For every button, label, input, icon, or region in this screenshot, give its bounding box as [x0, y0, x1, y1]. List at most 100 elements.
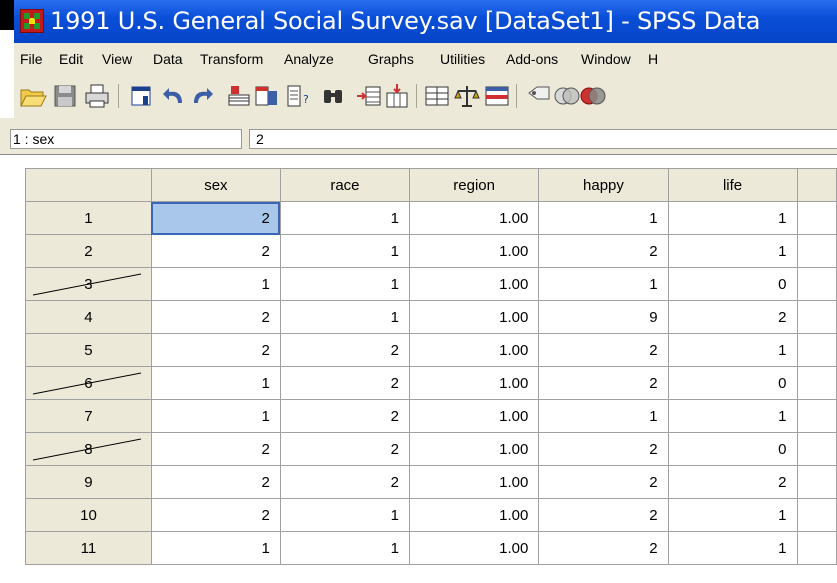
insert-cases-icon[interactable] — [354, 81, 384, 111]
menu-help[interactable]: H — [648, 51, 658, 67]
data-cell-sex[interactable]: 1 — [150, 399, 281, 433]
data-cell-race[interactable]: 2 — [279, 465, 410, 499]
data-cell-life[interactable]: 1 — [667, 399, 798, 433]
data-cell-life[interactable]: 1 — [667, 531, 798, 565]
data-cell-race[interactable]: 2 — [279, 399, 410, 433]
data-cell-sex[interactable]: 2 — [150, 465, 281, 499]
goto-case-icon[interactable] — [224, 81, 254, 111]
row-header[interactable]: 2 — [25, 234, 152, 268]
menu-view[interactable]: View — [102, 51, 132, 67]
data-cell-empty[interactable] — [796, 267, 837, 301]
cell-value-input[interactable]: 2 — [249, 129, 837, 149]
data-cell-empty[interactable] — [796, 465, 837, 499]
data-cell-region[interactable]: 1.00 — [408, 465, 540, 499]
data-cell-sex[interactable]: 2 — [150, 234, 281, 268]
menu-add-ons[interactable]: Add-ons — [506, 51, 558, 67]
data-cell-empty[interactable] — [796, 366, 837, 400]
data-cell-life[interactable]: 0 — [667, 432, 798, 466]
data-cell-life[interactable]: 0 — [667, 267, 798, 301]
data-cell-region[interactable]: 1.00 — [408, 531, 540, 565]
menu-file[interactable]: File — [20, 51, 43, 67]
spss-app-icon[interactable] — [20, 9, 44, 33]
data-cell-empty[interactable] — [796, 399, 837, 433]
data-cell-happy[interactable]: 2 — [538, 234, 669, 268]
variable-info-icon[interactable]: ? — [282, 81, 312, 111]
data-cell-sex[interactable]: 2 — [150, 201, 281, 235]
row-header[interactable]: 7 — [25, 399, 152, 433]
data-cell-race[interactable]: 1 — [279, 267, 410, 301]
data-cell-empty[interactable] — [796, 300, 837, 334]
data-cell-sex[interactable]: 2 — [150, 333, 281, 367]
data-cell-empty[interactable] — [796, 234, 837, 268]
data-cell-life[interactable]: 2 — [667, 465, 798, 499]
data-cell-race[interactable]: 1 — [279, 531, 410, 565]
data-cell-race[interactable]: 1 — [279, 234, 410, 268]
menu-data[interactable]: Data — [153, 51, 183, 67]
row-header[interactable]: 4 — [25, 300, 152, 334]
data-cell-life[interactable]: 0 — [667, 366, 798, 400]
data-cell-sex[interactable]: 1 — [150, 531, 281, 565]
split-file-icon[interactable] — [422, 81, 452, 111]
data-cell-happy[interactable]: 2 — [538, 465, 669, 499]
menu-utilities[interactable]: Utilities — [440, 51, 485, 67]
data-cell-empty[interactable] — [796, 432, 837, 466]
menu-transform[interactable]: Transform — [200, 51, 263, 67]
data-cell-life[interactable]: 1 — [667, 333, 798, 367]
grid-corner[interactable] — [25, 168, 152, 202]
row-header[interactable]: 8 — [25, 432, 152, 466]
find-icon[interactable] — [318, 81, 348, 111]
data-cell-region[interactable]: 1.00 — [408, 234, 540, 268]
data-cell-happy[interactable]: 2 — [538, 498, 669, 532]
data-cell-region[interactable]: 1.00 — [408, 366, 540, 400]
data-cell-race[interactable]: 1 — [279, 300, 410, 334]
insert-variable-icon[interactable] — [382, 81, 412, 111]
row-header[interactable]: 11 — [25, 531, 152, 565]
data-cell-race[interactable]: 2 — [279, 366, 410, 400]
open-folder-icon[interactable] — [18, 81, 48, 111]
data-cell-happy[interactable]: 1 — [538, 201, 669, 235]
data-cell-race[interactable]: 1 — [279, 498, 410, 532]
data-cell-region[interactable]: 1.00 — [408, 498, 540, 532]
row-header[interactable]: 1 — [25, 201, 152, 235]
column-header-region[interactable]: region — [408, 168, 540, 202]
data-cell-region[interactable]: 1.00 — [408, 333, 540, 367]
data-cell-happy[interactable]: 1 — [538, 267, 669, 301]
data-cell-region[interactable]: 1.00 — [408, 399, 540, 433]
data-cell-empty[interactable] — [796, 201, 837, 235]
row-header[interactable]: 10 — [25, 498, 152, 532]
data-cell-race[interactable]: 1 — [279, 201, 410, 235]
data-cell-happy[interactable]: 2 — [538, 432, 669, 466]
data-cell-sex[interactable]: 2 — [150, 432, 281, 466]
data-cell-happy[interactable]: 1 — [538, 399, 669, 433]
data-cell-empty[interactable] — [796, 498, 837, 532]
value-labels-icon[interactable] — [524, 81, 554, 111]
data-cell-happy[interactable]: 2 — [538, 531, 669, 565]
show-all-variables-icon[interactable] — [578, 81, 608, 111]
print-icon[interactable] — [82, 81, 112, 111]
data-cell-race[interactable]: 2 — [279, 333, 410, 367]
row-header[interactable]: 3 — [25, 267, 152, 301]
row-header[interactable]: 9 — [25, 465, 152, 499]
data-cell-region[interactable]: 1.00 — [408, 300, 540, 334]
select-cases-icon[interactable] — [482, 81, 512, 111]
column-header-happy[interactable]: happy — [538, 168, 669, 202]
dialog-recall-icon[interactable] — [126, 81, 156, 111]
redo-icon[interactable] — [186, 81, 216, 111]
column-header-sex[interactable]: sex — [150, 168, 281, 202]
save-icon[interactable] — [50, 81, 80, 111]
data-cell-happy[interactable]: 9 — [538, 300, 669, 334]
row-header[interactable]: 5 — [25, 333, 152, 367]
menu-analyze[interactable]: Analyze — [284, 51, 334, 67]
menu-window[interactable]: Window — [581, 51, 631, 67]
column-header-life[interactable]: life — [667, 168, 798, 202]
data-cell-empty[interactable] — [796, 531, 837, 565]
data-cell-sex[interactable]: 2 — [150, 498, 281, 532]
data-cell-region[interactable]: 1.00 — [408, 201, 540, 235]
data-cell-empty[interactable] — [796, 333, 837, 367]
data-cell-sex[interactable]: 2 — [150, 300, 281, 334]
data-cell-happy[interactable]: 2 — [538, 366, 669, 400]
menu-edit[interactable]: Edit — [59, 51, 83, 67]
variables-icon[interactable] — [252, 81, 282, 111]
column-header-empty[interactable] — [796, 168, 837, 202]
weight-cases-icon[interactable] — [452, 81, 482, 111]
